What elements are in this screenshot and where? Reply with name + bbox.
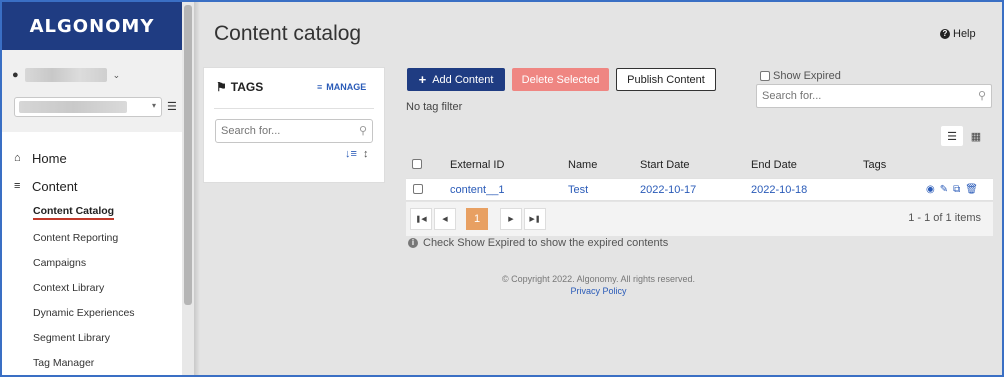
page-button-current[interactable]: 1 xyxy=(466,208,488,230)
sidebar-item-label: Content Reporting xyxy=(33,231,119,244)
sidebar: ALGONOMY ● ⌄ ▾ ☰ ⌂ Home ≡ Content Conten… xyxy=(2,2,182,375)
column-header-name[interactable]: Name xyxy=(568,159,597,171)
tag-filter-status: No tag filter xyxy=(406,101,463,113)
sidebar-item-label: Campaigns xyxy=(33,256,87,269)
manage-label: MANAGE xyxy=(326,82,367,92)
page-title: Content catalog xyxy=(214,22,362,45)
manage-icon: ≡ xyxy=(317,82,323,92)
sidebar-item-label: Segment Library xyxy=(33,331,111,344)
help-link[interactable]: ? Help xyxy=(940,28,976,40)
help-label: Help xyxy=(953,28,976,40)
table-row[interactable]: content__1 Test 2022-10-17 2022-10-18 ◉ … xyxy=(406,178,993,201)
search-icon[interactable]: ⚲ xyxy=(359,124,367,137)
list-icon[interactable]: ☰ xyxy=(167,100,177,113)
show-expired-checkbox[interactable] xyxy=(760,71,770,81)
delete-selected-button[interactable]: Delete Selected xyxy=(512,68,609,91)
content-search-field: ⚲ xyxy=(756,84,992,108)
sort-alpha-icon[interactable]: ↕ xyxy=(363,148,369,160)
sidebar-shadow xyxy=(194,2,200,375)
delete-icon[interactable]: 🗑 xyxy=(965,184,978,195)
sidebar-scrollbar[interactable] xyxy=(182,2,194,375)
select-all-checkbox[interactable] xyxy=(412,159,422,169)
sidebar-item-tag-manager[interactable]: Tag Manager xyxy=(2,350,182,375)
site-name-redacted xyxy=(19,101,127,113)
sidebar-item-content-reporting[interactable]: Content Reporting xyxy=(2,225,182,250)
sidebar-item-dynamic-experiences[interactable]: Dynamic Experiences xyxy=(2,300,182,325)
sidebar-item-campaigns[interactable]: Campaigns xyxy=(2,250,182,275)
sidebar-item-home[interactable]: ⌂ Home xyxy=(2,144,182,172)
pager-info: 1 - 1 of 1 items xyxy=(908,212,981,224)
sidebar-item-context-library[interactable]: Context Library xyxy=(2,275,182,300)
pagination: ❚◀ ◀ 1 ▶ ▶❚ 1 - 1 of 1 items xyxy=(406,202,993,236)
tag-search-input[interactable] xyxy=(216,120,346,142)
expired-note-text: Check Show Expired to show the expired c… xyxy=(423,237,669,249)
scrollbar-thumb[interactable] xyxy=(184,5,192,305)
publish-content-button[interactable]: Publish Content xyxy=(616,68,716,91)
expired-note: i Check Show Expired to show the expired… xyxy=(408,237,668,249)
row-actions: ◉ ✎ ⧉ 🗑 xyxy=(926,184,978,195)
sort-desc-icon[interactable]: ↓≡ xyxy=(345,148,357,160)
prev-page-button[interactable]: ◀ xyxy=(434,208,456,230)
column-header-external-id[interactable]: External ID xyxy=(450,159,504,171)
column-header-end-date[interactable]: End Date xyxy=(751,159,797,171)
next-page-button[interactable]: ▶ xyxy=(500,208,522,230)
grid-icon: ▦ xyxy=(970,130,982,143)
user-name-redacted xyxy=(24,68,107,82)
tags-panel: ⚑ TAGS ≡ MANAGE ⚲ ↓≡ ↕ xyxy=(203,67,385,183)
copy-icon[interactable]: ⧉ xyxy=(953,184,960,195)
home-icon: ⌂ xyxy=(14,152,21,164)
cell-end-date: 2022-10-18 xyxy=(751,184,808,196)
show-expired-toggle[interactable]: Show Expired xyxy=(760,70,841,82)
add-content-label: Add Content xyxy=(432,73,494,86)
chevron-down-icon: ⌄ xyxy=(112,69,121,80)
user-menu[interactable]: ● ⌄ xyxy=(12,68,120,82)
tag-icon: ⚑ xyxy=(216,80,227,94)
plus-icon: + xyxy=(418,72,427,87)
sidebar-nav: ⌂ Home ≡ Content Content Catalog Content… xyxy=(2,132,182,375)
last-page-button[interactable]: ▶❚ xyxy=(524,208,546,230)
list-view-button[interactable]: ☰ xyxy=(941,126,963,146)
column-header-tags[interactable]: Tags xyxy=(863,159,886,171)
tags-title-label: TAGS xyxy=(230,80,264,94)
list-icon: ☰ xyxy=(947,130,957,143)
logo[interactable]: ALGONOMY xyxy=(2,2,182,50)
row-checkbox[interactable] xyxy=(413,184,423,194)
edit-icon[interactable]: ✎ xyxy=(940,184,948,195)
first-page-button[interactable]: ❚◀ xyxy=(410,208,432,230)
sidebar-item-segment-library[interactable]: Segment Library xyxy=(2,325,182,350)
add-content-button[interactable]: + Add Content xyxy=(407,68,505,91)
tags-title: ⚑ TAGS xyxy=(216,80,263,94)
content-icon: ≡ xyxy=(14,180,21,192)
sidebar-item-label: Dynamic Experiences xyxy=(33,306,135,319)
content-search-input[interactable] xyxy=(757,85,967,107)
sidebar-account: ● ⌄ ▾ ☰ xyxy=(2,50,182,132)
select-arrow-icon: ▾ xyxy=(151,101,156,110)
sidebar-item-label: Content Catalog xyxy=(33,205,115,220)
sidebar-item-label: Context Library xyxy=(33,281,105,294)
sidebar-item-label: Tag Manager xyxy=(33,356,95,369)
tag-search-field: ⚲ xyxy=(215,119,373,143)
question-icon: ? xyxy=(940,29,950,39)
column-header-start-date[interactable]: Start Date xyxy=(640,159,690,171)
site-select[interactable]: ▾ xyxy=(14,97,162,117)
app-window: ALGONOMY ● ⌄ ▾ ☰ ⌂ Home ≡ Content Conten… xyxy=(0,0,1004,377)
view-icon[interactable]: ◉ xyxy=(926,184,935,195)
search-icon[interactable]: ⚲ xyxy=(978,89,986,102)
privacy-policy-link[interactable]: Privacy Policy xyxy=(406,286,791,296)
sidebar-item-label: Home xyxy=(32,150,67,166)
manage-tags-button[interactable]: ≡ MANAGE xyxy=(317,82,366,92)
sidebar-item-content-catalog[interactable]: Content Catalog xyxy=(2,200,182,225)
sidebar-item-label: Content xyxy=(32,178,78,194)
copyright: © Copyright 2022. Algonomy. All rights r… xyxy=(501,274,696,284)
user-icon: ● xyxy=(12,69,19,81)
show-expired-label: Show Expired xyxy=(773,70,841,82)
sidebar-item-content[interactable]: ≡ Content xyxy=(2,172,182,200)
info-icon: i xyxy=(408,238,418,248)
cell-external-id[interactable]: content__1 xyxy=(450,184,504,196)
grid-view-button[interactable]: ▦ xyxy=(967,126,985,146)
cell-start-date: 2022-10-17 xyxy=(640,184,697,196)
divider xyxy=(214,108,374,109)
cell-name: Test xyxy=(568,184,589,196)
